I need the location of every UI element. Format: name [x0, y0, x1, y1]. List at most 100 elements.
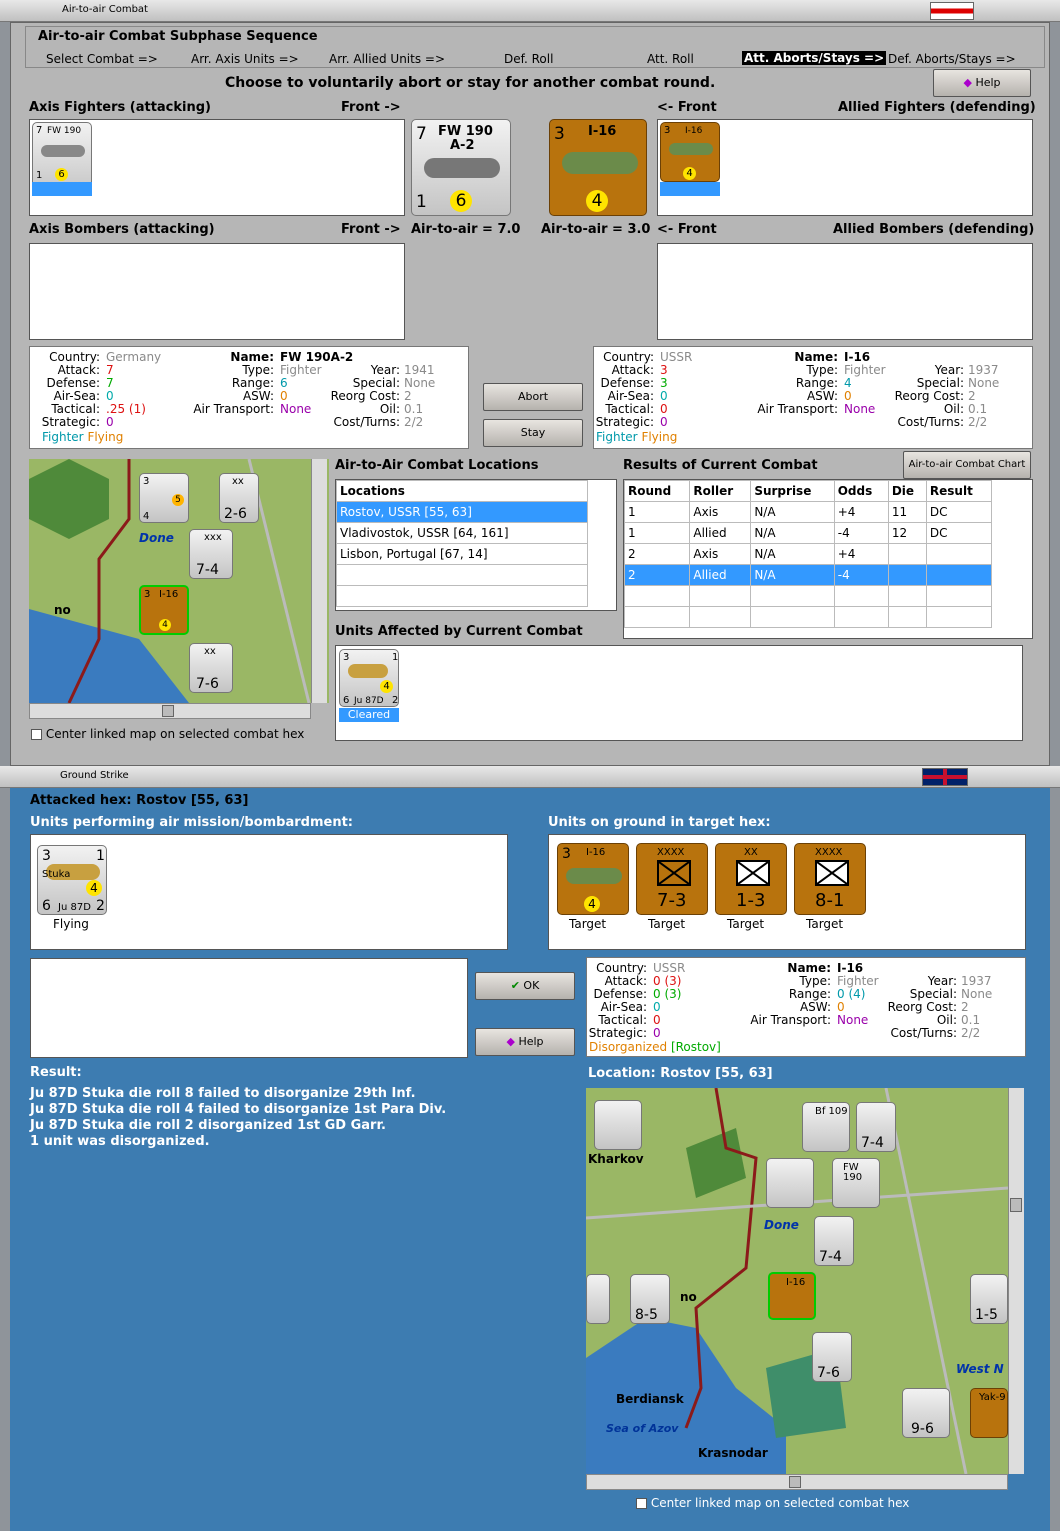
window-title: Air-to-air Combat [62, 4, 148, 15]
allied-bombers-box[interactable] [657, 243, 1033, 340]
locations-title: Air-to-Air Combat Locations [335, 458, 539, 473]
instruction-text: Choose to voluntarily abort or stay for … [225, 75, 716, 91]
infantry-icon [657, 860, 691, 886]
map-unit-i16-selected[interactable]: 3 I-16 4 [139, 585, 189, 635]
results-title: Results of Current Combat [623, 458, 818, 473]
map-sea-of-azov: Sea of Azov [606, 1422, 679, 1435]
allied-fighters-label: Allied Fighters (defending) [838, 100, 1036, 115]
location-row-1[interactable]: Rostov, USSR [55, 63] [336, 501, 588, 523]
map-city-berdiansk: Berdiansk [616, 1392, 684, 1406]
target-label: Target [569, 917, 607, 931]
air-mission-units-box[interactable]: 31 Stuka 4 6 Ju 87D 2 Flying [30, 834, 508, 950]
axis-unit-info-panel: Country: Germany Attack: 7 Defense: 7 Air-S… [29, 346, 469, 449]
seq-step-5: Att. Roll [647, 52, 694, 66]
linked-map-top[interactable]: Done no 345 xx 2-6 xxx 7-4 3 I-16 4 xx 7-6 [29, 459, 329, 703]
center-map-checkbox-bottom[interactable]: Center linked map on selected combat hex [636, 1496, 909, 1510]
stuka-counter[interactable]: 31 Stuka 4 6 Ju 87D 2 [37, 845, 107, 915]
map-city-done: Done [764, 1218, 799, 1232]
attacked-hex-label: Attacked hex: Rostov [55, 63] [30, 793, 249, 808]
sequence-panel: Air-to-air Combat Subphase Sequence Sele… [25, 26, 1045, 68]
map2-unit-7-4-a[interactable]: 7-4 [856, 1102, 896, 1152]
target-1st-para-counter[interactable]: XX 1-3 [715, 843, 787, 915]
location-label: Location: Rostov [55, 63] [588, 1066, 773, 1081]
paratrooper-icon [736, 860, 770, 886]
axis-fighters-label: Axis Fighters (attacking) [29, 100, 211, 115]
map2-vertical-scrollbar[interactable] [1008, 1088, 1024, 1474]
map-unit-2-6[interactable]: xx 2-6 [219, 473, 259, 523]
map-city-done: Done [139, 531, 174, 545]
front-right-label-2: Front -> [341, 222, 401, 237]
locations-list[interactable]: Locations Rostov, USSR [55, 63] Vladivos… [335, 479, 617, 611]
result-line: 1 unit was disorganized. [30, 1134, 210, 1149]
check-icon: ✔ [510, 979, 520, 992]
map2-unit-7-4-b[interactable]: 7-4 [814, 1216, 854, 1266]
map2-unit-8-5[interactable]: 8-5 [630, 1274, 670, 1324]
axis-fighter-counter-large[interactable]: 7 FW 190 A-2 1 6 [411, 119, 511, 216]
location-row-2[interactable]: Vladivostok, USSR [64, 161] [336, 522, 588, 544]
location-row-3[interactable]: Lisbon, Portugal [67, 14] [336, 543, 588, 565]
result-row-selected[interactable]: 2 Allied N/A -4 [623, 564, 993, 586]
center-map-checkbox-top[interactable]: Center linked map on selected combat hex [31, 727, 304, 741]
axis-bombers-box[interactable] [29, 243, 405, 340]
map2-horizontal-scrollbar[interactable] [586, 1474, 1008, 1490]
target-label: Target [727, 917, 765, 931]
combat-chart-button[interactable]: Air-to-air Combat Chart [903, 451, 1031, 479]
fw190-plane-icon [424, 158, 500, 178]
allied-unit-info-panel: Country: USSR Attack: 3 Defense: 3 Air-Sea:… [593, 346, 1033, 449]
allied-fighters-box[interactable]: 3 I-16 4 [657, 119, 1033, 216]
results-table: Round Roller Surprise Odds Die Result 1 Axis N/… [623, 480, 993, 628]
map-unit-7-6[interactable]: xx 7-6 [189, 643, 233, 693]
ground-strike-window: Attacked hex: Rostov [55, 63] Units perf… [10, 788, 1050, 1531]
help-book-icon: ◆ [506, 1035, 515, 1048]
map1-horizontal-scrollbar[interactable] [29, 703, 311, 719]
result-row[interactable]: 2 Axis N/A +4 [623, 543, 993, 565]
map2-unit-i16-selected[interactable]: I-16 [768, 1272, 816, 1320]
map2-unit-left[interactable] [586, 1274, 610, 1324]
target-label: Target [806, 917, 844, 931]
target-i16-counter[interactable]: 3 I-16 4 [557, 843, 629, 915]
germany-flag-icon [930, 2, 974, 20]
window-title-2: Ground Strike [60, 770, 129, 781]
help-button-2[interactable]: ◆ Help [475, 1028, 575, 1056]
stuka-status-label: Flying [53, 917, 89, 931]
map2-unit-ju88[interactable] [766, 1158, 814, 1208]
map1-vertical-scrollbar[interactable] [311, 459, 327, 703]
map2-unit-bf110[interactable] [594, 1100, 642, 1150]
affected-ju87-counter[interactable]: 31 4 6 Ju 87D 2 [339, 649, 399, 707]
map2-unit-9-6[interactable]: 9-6 [902, 1388, 950, 1438]
seq-step-7: Def. Aborts/Stays => [888, 52, 1016, 66]
target-29th-inf-counter[interactable]: XXXX 7-3 [636, 843, 708, 915]
map-unit-ju88[interactable]: 345 [139, 473, 189, 523]
affected-units-box[interactable]: 31 4 6 Ju 87D 2 Cleared [335, 645, 1023, 741]
linked-map-bottom[interactable]: Kharkov Done no Berdiansk Sea of Azov Kr… [586, 1088, 1008, 1474]
map2-unit-yak9[interactable]: Yak-9 [970, 1388, 1008, 1438]
target-label: Target [648, 917, 686, 931]
map2-unit-fw190[interactable]: FW 190 [832, 1158, 880, 1208]
small-i16-counter[interactable]: 3 I-16 4 [660, 122, 720, 182]
on-ground-label: Units on ground in target hex: [548, 815, 771, 830]
allied-bombers-label: Allied Bombers (defending) [833, 222, 1035, 237]
map-unit-7-4[interactable]: xxx 7-4 [189, 529, 233, 579]
stay-button[interactable]: Stay [483, 419, 583, 447]
allied-fighter-counter-large[interactable]: 3 I-16 4 [549, 119, 647, 216]
map2-unit-bf109[interactable]: Bf 109 [802, 1102, 850, 1152]
locations-header: Locations [336, 480, 588, 502]
abort-button[interactable]: Abort [483, 383, 583, 411]
ok-button[interactable]: ✔ OK [475, 972, 575, 1000]
seq-step-3: Arr. Allied Units => [329, 52, 446, 66]
map2-unit-1-5[interactable]: 1-5 [970, 1274, 1008, 1324]
result-row[interactable]: 1 Allied N/A -4 12 DC [623, 522, 993, 544]
message-box [30, 958, 468, 1058]
axis-a2a-value: Air-to-air = 7.0 [411, 222, 521, 237]
help-book-icon: ◆ [963, 76, 972, 89]
target-1st-gd-garr-counter[interactable]: XXXX 8-1 [794, 843, 866, 915]
axis-fighters-box[interactable]: 7 FW 190 1 6 [29, 119, 405, 216]
window-titlebar-ground-strike[interactable]: Ground Strike [0, 766, 1060, 788]
result-row[interactable]: 1 Axis N/A +4 11 DC [623, 501, 993, 523]
help-button[interactable]: ◆ Help [933, 69, 1031, 97]
map2-unit-7-6[interactable]: 7-6 [812, 1332, 852, 1382]
garrison-icon [815, 860, 849, 886]
window-titlebar-air-combat[interactable]: Air-to-air Combat [0, 0, 1060, 22]
cleared-status: Cleared [339, 708, 399, 722]
target-units-box[interactable]: 3 I-16 4 Target XXXX 7-3 Target XX 1-3 Ta… [548, 834, 1026, 950]
